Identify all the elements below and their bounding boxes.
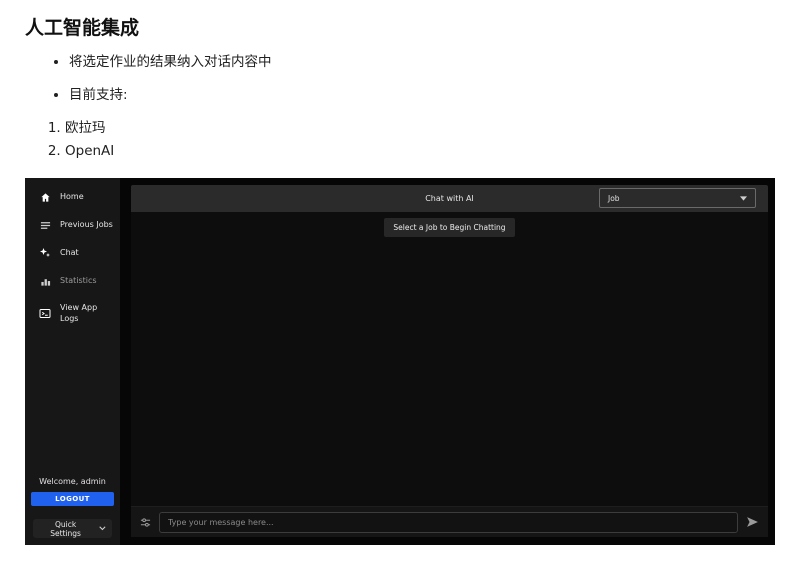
supported-providers-list: 欧拉玛 OpenAI	[25, 120, 800, 161]
sidebar-item-label: Previous Jobs	[60, 219, 113, 229]
bullet-item: 目前支持:	[69, 87, 800, 104]
dropdown-caret-icon	[740, 195, 747, 201]
message-composer	[131, 506, 768, 537]
sidebar-footer: Welcome, admin LOGOUT Quick Settings	[25, 477, 120, 545]
feature-bullet-list: 将选定作业的结果纳入对话内容中 目前支持:	[25, 54, 800, 104]
sidebar-item-view-app-logs[interactable]: View App Logs	[25, 295, 120, 333]
sidebar-item-home[interactable]: Home	[25, 183, 120, 211]
sidebar-item-chat[interactable]: Chat	[25, 239, 120, 267]
quick-settings-button[interactable]: Quick Settings	[33, 519, 112, 538]
app-logs-icon	[39, 308, 51, 320]
send-button[interactable]	[746, 516, 759, 528]
message-input[interactable]	[159, 511, 738, 533]
page-title: 人工智能集成	[25, 17, 140, 39]
bar-chart-icon	[39, 275, 51, 287]
sidebar-item-statistics[interactable]: Statistics	[25, 267, 120, 295]
chat-message-area: Select a Job to Begin Chatting	[131, 212, 768, 506]
sidebar-item-label: Chat	[60, 247, 79, 257]
job-select-dropdown[interactable]: Job	[599, 188, 756, 208]
job-select-value: Job	[608, 193, 620, 203]
ai-sparkle-icon	[39, 247, 51, 259]
welcome-text: Welcome, admin	[39, 477, 106, 486]
sidebar-item-label: Home	[60, 191, 84, 201]
sidebar-item-previous-jobs[interactable]: Previous Jobs	[25, 211, 120, 239]
app-screenshot: Home Previous Jobs Chat Statistics View …	[25, 178, 775, 545]
send-icon	[747, 517, 758, 527]
history-icon	[39, 219, 51, 231]
sidebar-nav: Home Previous Jobs Chat Statistics View …	[25, 178, 120, 333]
sidebar-item-label: Statistics	[60, 275, 97, 285]
tune-icon	[140, 517, 151, 527]
logout-button[interactable]: LOGOUT	[31, 492, 114, 506]
home-icon	[39, 191, 51, 203]
chevron-down-icon	[99, 526, 106, 531]
chat-header: Chat with AI Job	[131, 185, 768, 212]
chat-panel: Chat with AI Job Select a Job to Begin C…	[120, 178, 775, 545]
list-item: OpenAI	[65, 143, 800, 160]
documentation-page: 人工智能集成 将选定作业的结果纳入对话内容中 目前支持: 欧拉玛 OpenAI	[0, 0, 800, 160]
tune-settings-button[interactable]	[140, 517, 151, 528]
select-job-empty-state-button[interactable]: Select a Job to Begin Chatting	[384, 218, 515, 237]
quick-settings-label: Quick Settings	[50, 519, 81, 538]
list-item: 欧拉玛	[65, 120, 800, 137]
bullet-item: 将选定作业的结果纳入对话内容中	[69, 54, 800, 71]
sidebar: Home Previous Jobs Chat Statistics View …	[25, 178, 120, 545]
sidebar-item-label: View App Logs	[60, 303, 98, 323]
